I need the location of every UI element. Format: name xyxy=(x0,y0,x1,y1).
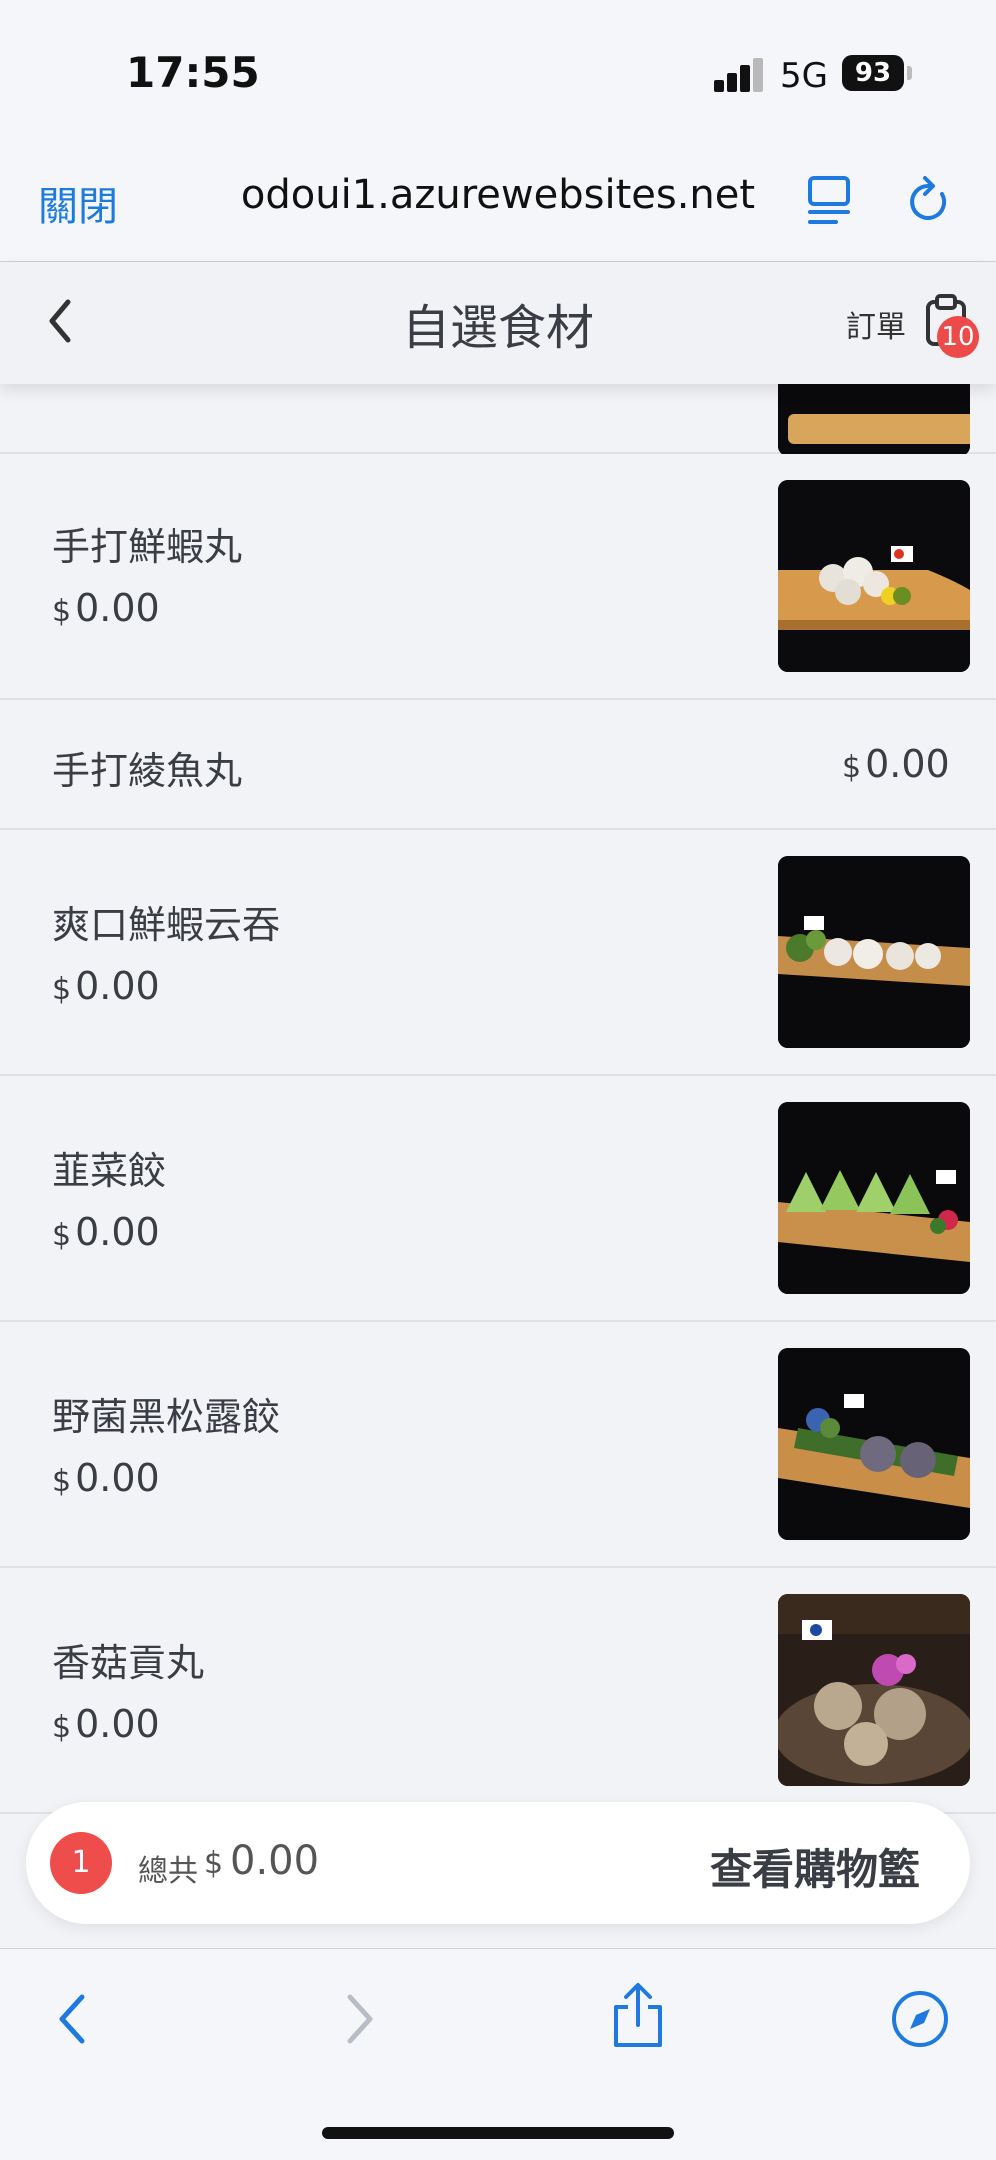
url-display[interactable]: odoui1.azurewebsites.net xyxy=(200,172,796,218)
status-time: 17:55 xyxy=(126,48,260,97)
item-name: 手打綾魚丸 xyxy=(52,749,243,793)
forward-chevron-icon[interactable] xyxy=(342,1991,378,2047)
home-indicator xyxy=(322,2127,674,2139)
list-item[interactable]: 韮菜餃 $0.00 xyxy=(0,1076,996,1322)
app-header: 自選食材 訂單 10 xyxy=(0,262,996,384)
item-thumbnail xyxy=(778,1102,970,1294)
compass-icon[interactable] xyxy=(890,1989,950,2049)
item-price: $0.00 xyxy=(842,742,950,786)
total-value: 0.00 xyxy=(230,1838,320,1884)
item-price: $0.00 xyxy=(52,1456,160,1500)
currency-symbol: $ xyxy=(52,1218,72,1253)
price-value: 0.00 xyxy=(75,1210,160,1254)
back-chevron-icon[interactable] xyxy=(54,1991,90,2047)
item-thumbnail xyxy=(778,480,970,672)
item-price: $0.00 xyxy=(52,964,160,1008)
reader-icon[interactable] xyxy=(806,174,854,226)
currency-symbol: $ xyxy=(52,972,72,1007)
view-cart-button[interactable]: 查看購物籃 xyxy=(710,1836,920,1897)
currency-symbol: $ xyxy=(842,750,862,785)
item-name: 野菌黑松露餃 xyxy=(52,1395,281,1439)
total-label: 總共 xyxy=(138,1854,198,1889)
item-name: 韮菜餃 xyxy=(52,1149,167,1193)
cart-count-badge: 1 xyxy=(50,1832,112,1894)
battery-level: 93 xyxy=(842,55,904,91)
item-name: 香菇貢丸 xyxy=(52,1641,205,1685)
list-item-partial[interactable] xyxy=(0,264,996,456)
price-value: 0.00 xyxy=(75,1456,160,1500)
share-icon[interactable] xyxy=(610,1981,666,2051)
total-currency: $ xyxy=(204,1846,224,1881)
network-type: 5G xyxy=(780,56,828,96)
browser-toolbar: 關閉 odoui1.azurewebsites.net xyxy=(0,150,996,262)
browser-bottom-bar xyxy=(0,1948,996,2160)
list-item[interactable]: 野菌黑松露餃 $0.00 xyxy=(0,1322,996,1568)
currency-symbol: $ xyxy=(52,594,72,629)
item-name: 手打鮮蝦丸 xyxy=(52,525,243,569)
signal-icon xyxy=(714,56,764,92)
item-name: 爽口鮮蝦云吞 xyxy=(52,903,281,947)
order-count-badge: 10 xyxy=(937,316,979,358)
item-price: $0.00 xyxy=(52,1210,160,1254)
list-item[interactable]: 手打綾魚丸 $0.00 xyxy=(0,700,996,830)
cart-summary-bar[interactable]: 1 總共 $ 0.00 查看購物籃 xyxy=(26,1802,970,1924)
price-value: 0.00 xyxy=(75,586,160,630)
item-price: $0.00 xyxy=(52,1702,160,1746)
close-button[interactable]: 關閉 xyxy=(38,174,118,232)
order-label[interactable]: 訂單 xyxy=(846,302,906,346)
currency-symbol: $ xyxy=(52,1464,72,1499)
list-item[interactable]: 香菇貢丸 $0.00 xyxy=(0,1568,996,1814)
item-price: $0.00 xyxy=(52,586,160,630)
item-thumbnail xyxy=(778,1594,970,1786)
list-item[interactable]: 爽口鮮蝦云吞 $0.00 xyxy=(0,830,996,1076)
price-value: 0.00 xyxy=(865,742,950,786)
currency-symbol: $ xyxy=(52,1710,72,1745)
item-thumbnail xyxy=(778,1348,970,1540)
price-value: 0.00 xyxy=(75,1702,160,1746)
item-thumbnail xyxy=(778,856,970,1048)
status-bar: 17:55 5G 93 xyxy=(0,0,996,150)
list-item[interactable]: 手打鮮蝦丸 $0.00 xyxy=(0,454,996,700)
battery-tip xyxy=(907,66,912,80)
reload-icon[interactable] xyxy=(904,172,954,228)
price-value: 0.00 xyxy=(75,964,160,1008)
